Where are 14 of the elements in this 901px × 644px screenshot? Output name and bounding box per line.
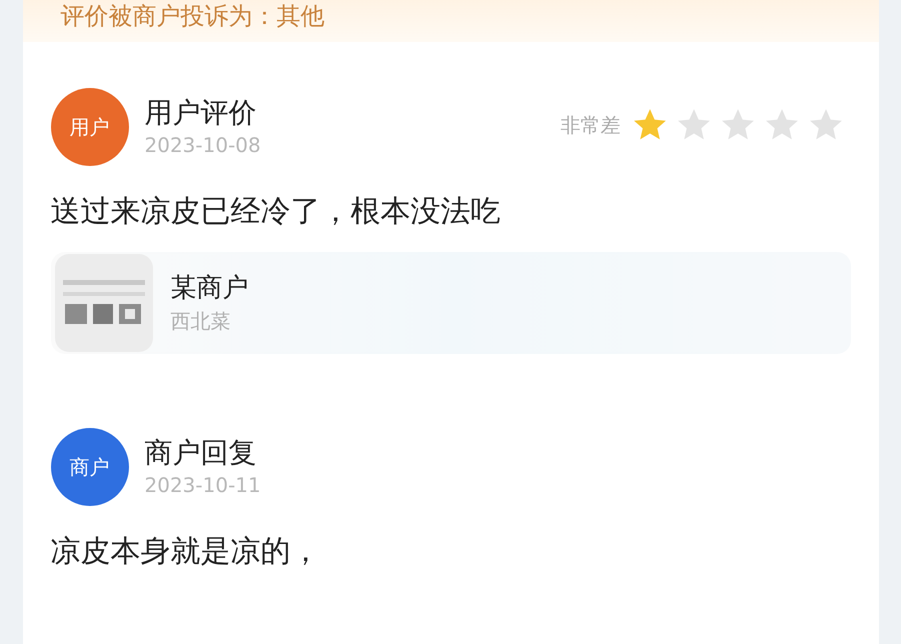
storefront-icon — [54, 254, 152, 352]
entry-date: 2023-10-08 — [144, 132, 261, 159]
entry-text: 凉皮本身就是凉的， — [50, 533, 322, 571]
entry-date: 2023-10-11 — [144, 472, 261, 499]
rating-label: 非常差 — [560, 112, 620, 138]
avatar: 商户 — [50, 428, 128, 506]
merchant-category: 西北菜 — [170, 308, 232, 335]
entry-text: 送过来凉皮已经冷了，根本没法吃 — [50, 193, 502, 231]
merchant-card[interactable]: 某商户 西北菜 — [50, 252, 850, 354]
avatar: 用户 — [50, 88, 128, 166]
complaint-text: 评价被商户投诉为：其他 — [60, 2, 324, 30]
entry-title: 用户评价 — [144, 95, 258, 131]
entry-title: 商户回复 — [144, 435, 258, 471]
merchant-name: 某商户 — [170, 272, 248, 305]
